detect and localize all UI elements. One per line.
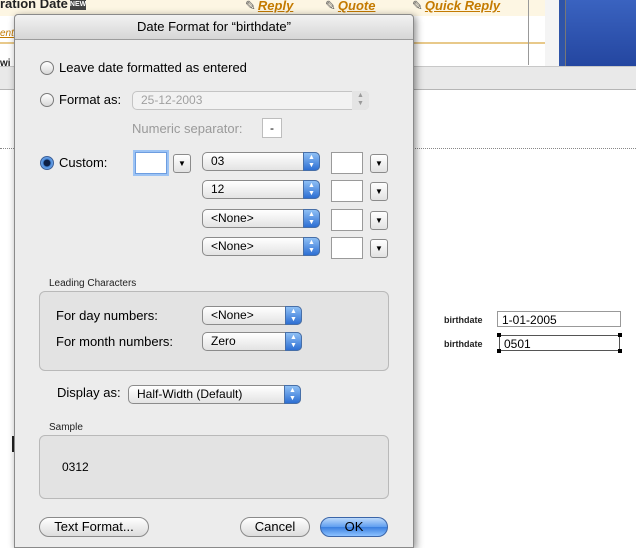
leading-characters-title: Leading Characters — [49, 278, 137, 289]
custom-separator-pulldown-2[interactable]: ▼ — [370, 182, 388, 201]
custom-component-popup-2[interactable]: 12 ▲ ▼ — [202, 180, 320, 199]
chevron-down-icon: ▼ — [375, 244, 383, 253]
dialog-title: Date Format for “birthdate” — [15, 15, 413, 40]
date-format-dialog: Date Format for “birthdate” Leave date f… — [14, 14, 414, 548]
updown-arrows-icon: ▲ ▼ — [303, 152, 320, 171]
pencil-icon: ✎ — [245, 0, 256, 13]
sample-group: 0312 — [39, 435, 389, 499]
custom-separator-pulldown-3[interactable]: ▼ — [370, 211, 388, 230]
sample-title: Sample — [49, 422, 83, 433]
leading-characters-group: For day numbers: <None> ▲ ▼ For month num… — [39, 291, 389, 371]
day-numbers-popup[interactable]: <None> ▲ ▼ — [202, 306, 302, 325]
custom-component-popup-4[interactable]: <None> ▲ ▼ — [202, 237, 320, 256]
selection-handle[interactable] — [618, 333, 622, 337]
updown-arrows-icon: ▲ ▼ — [284, 385, 301, 404]
chevron-down-icon: ▼ — [375, 187, 383, 196]
custom-separator-field-2[interactable] — [331, 180, 363, 202]
background-header-title: ration Date — [0, 0, 68, 11]
day-numbers-label: For day numbers: — [56, 308, 158, 323]
chevron-down-icon: ▼ — [375, 216, 383, 225]
quick-reply-link[interactable]: ✎ Quick Reply — [412, 0, 500, 14]
new-badge-icon: NEW — [69, 0, 87, 10]
updown-arrows-icon: ▲ ▼ — [285, 306, 302, 325]
updown-arrows-icon: ▲ ▼ — [352, 91, 369, 110]
format-as-popup[interactable]: 25-12-2003 ▲ ▼ — [132, 91, 369, 110]
updown-arrows-icon: ▲ ▼ — [303, 209, 320, 228]
quote-link[interactable]: ✎ Quote — [325, 0, 375, 14]
updown-arrows-icon: ▲ ▼ — [303, 180, 320, 199]
custom-separator-pulldown-1[interactable]: ▼ — [370, 154, 388, 173]
custom-separator-pulldown-4[interactable]: ▼ — [370, 239, 388, 258]
numeric-separator-label: Numeric separator: — [132, 121, 243, 136]
pencil-icon: ✎ — [412, 0, 423, 13]
updown-arrows-icon: ▲ ▼ — [285, 332, 302, 351]
chevron-down-icon: ▼ — [375, 159, 383, 168]
leave-as-entered-radio[interactable] — [40, 61, 54, 75]
custom-label[interactable]: Custom: — [59, 155, 107, 170]
background-link-fragment[interactable]: ent — [0, 28, 14, 39]
background-header: ration Date NEW — [0, 0, 86, 11]
selection-handle[interactable] — [497, 349, 501, 353]
birthdate-field-1[interactable]: 1-01-2005 — [497, 311, 621, 327]
format-as-label[interactable]: Format as: — [59, 92, 121, 107]
custom-separator-field-1[interactable] — [331, 152, 363, 174]
field-label-birthdate-2: birthdate — [444, 339, 483, 349]
month-numbers-label: For month numbers: — [56, 334, 174, 349]
updown-arrows-icon: ▲ ▼ — [303, 237, 320, 256]
pencil-icon: ✎ — [325, 0, 336, 13]
field-label-birthdate-1: birthdate — [444, 315, 483, 325]
text-format-button[interactable]: Text Format... — [39, 517, 149, 537]
selection-handle[interactable] — [497, 333, 501, 337]
custom-separator-field-4[interactable] — [331, 237, 363, 259]
custom-separator-field-3[interactable] — [331, 209, 363, 231]
custom-component-popup-1[interactable]: 03 ▲ ▼ — [202, 152, 320, 171]
background-window-blue — [545, 0, 636, 66]
sample-value: 0312 — [62, 460, 89, 474]
cancel-button[interactable]: Cancel — [240, 517, 310, 537]
custom-prefix-pulldown[interactable]: ▼ — [173, 154, 191, 173]
display-as-popup[interactable]: Half-Width (Default) ▲ ▼ — [128, 385, 301, 404]
chevron-down-icon: ▼ — [178, 159, 186, 168]
numeric-separator-field[interactable]: - — [262, 118, 282, 138]
birthdate-field-2[interactable]: 0501 — [499, 335, 620, 351]
format-as-radio[interactable] — [40, 93, 54, 107]
custom-radio[interactable] — [40, 156, 54, 170]
ok-button[interactable]: OK — [320, 517, 388, 537]
custom-component-popup-3[interactable]: <None> ▲ ▼ — [202, 209, 320, 228]
background-divider-vertical — [528, 0, 529, 65]
reply-link[interactable]: ✎ Reply — [245, 0, 293, 14]
month-numbers-popup[interactable]: Zero ▲ ▼ — [202, 332, 302, 351]
leave-as-entered-label[interactable]: Leave date formatted as entered — [59, 60, 247, 75]
display-as-label: Display as: — [57, 385, 121, 400]
selection-handle[interactable] — [618, 349, 622, 353]
custom-prefix-field[interactable] — [135, 152, 167, 174]
